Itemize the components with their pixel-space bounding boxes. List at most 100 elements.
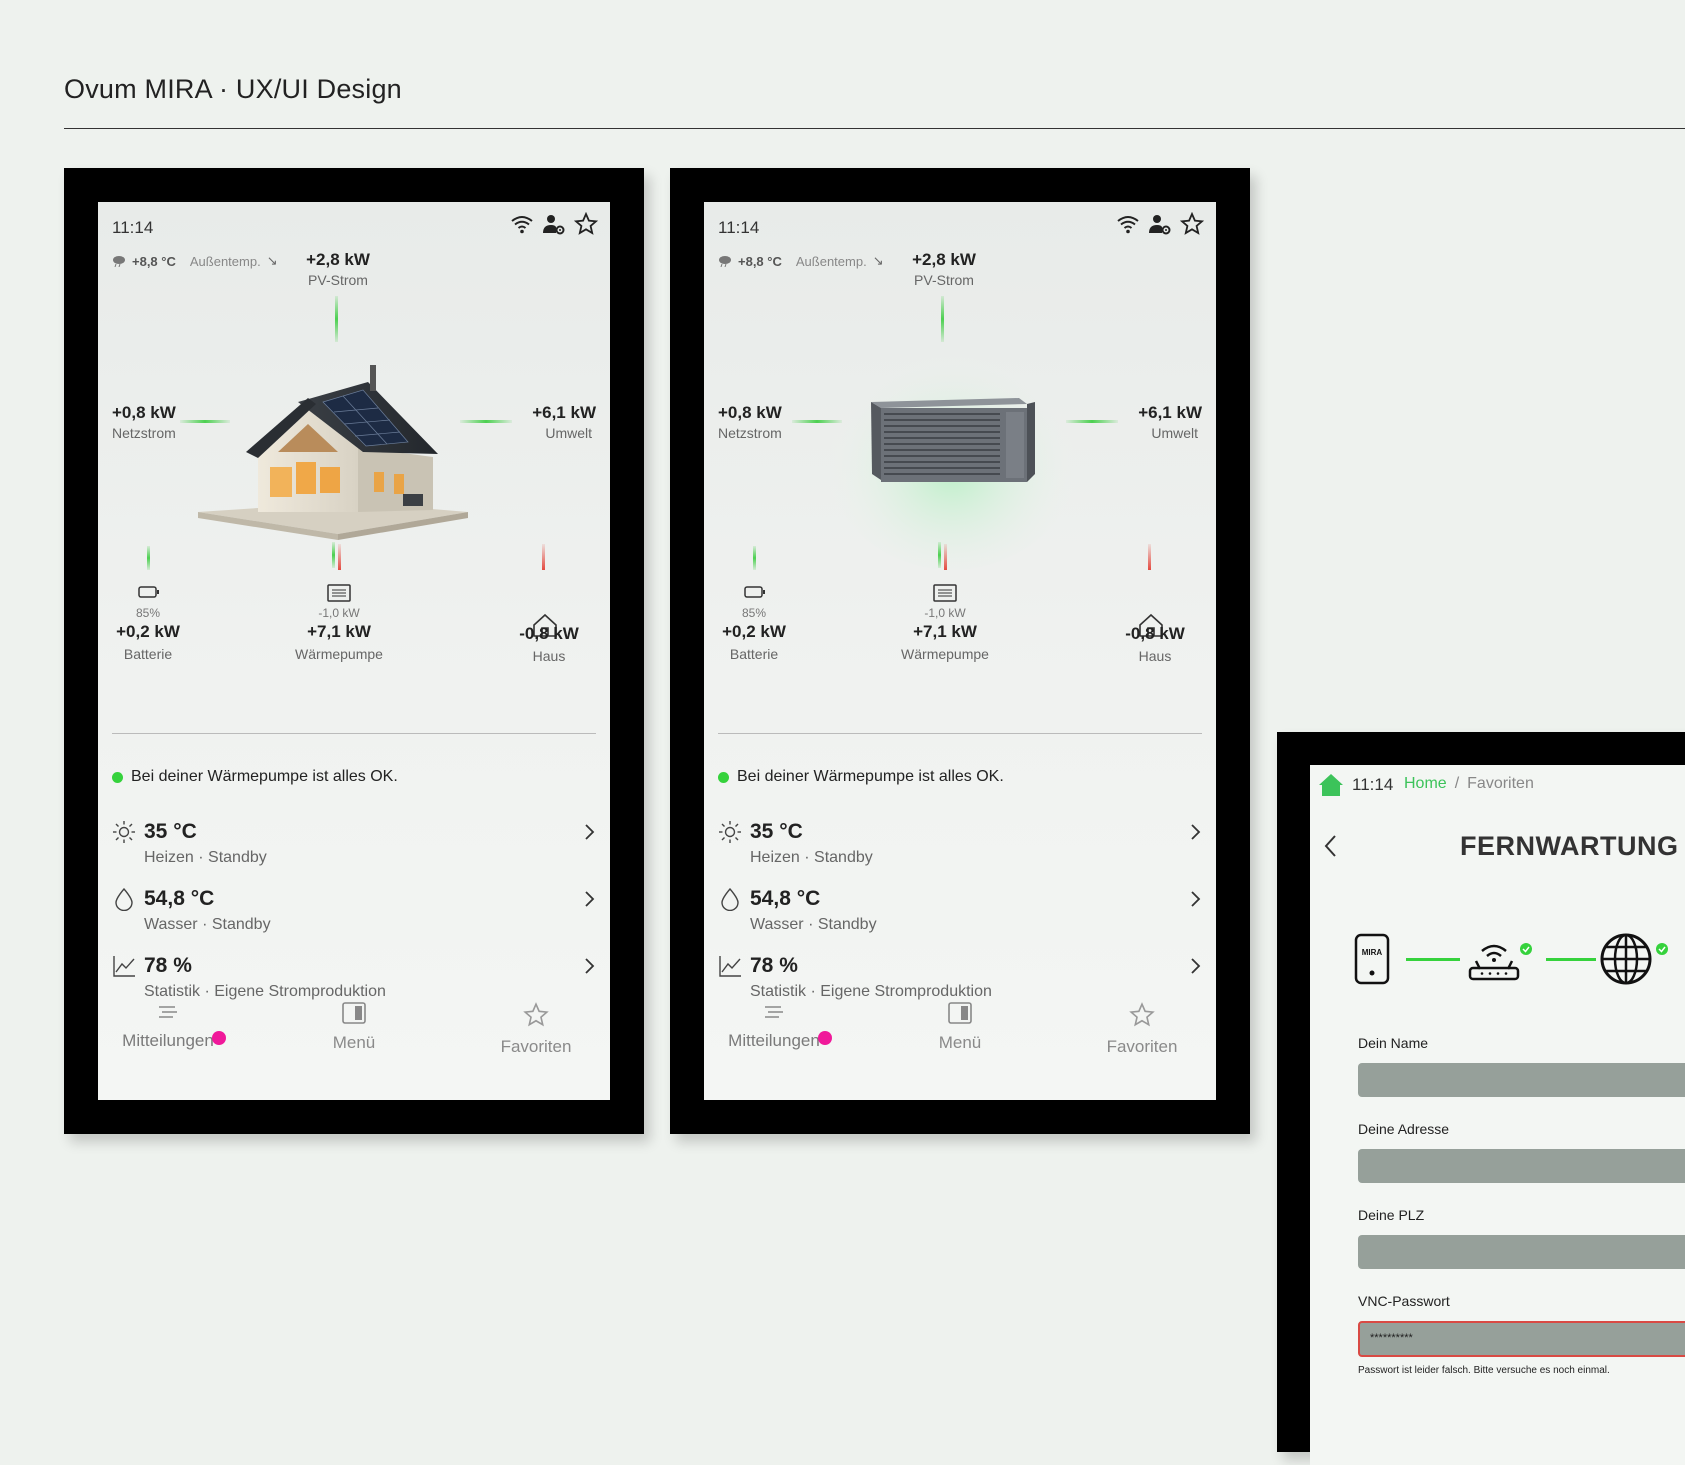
heating-row[interactable]: 35 °C Heizen · Standby — [718, 816, 1204, 872]
water-desc: Wasser · Standby — [144, 916, 271, 933]
page-heading: FERNWARTUNG — [1460, 831, 1679, 861]
pv-value: +2,8 kW — [306, 250, 370, 269]
status-message-text: Bei deiner Wärmepumpe ist alles OK. — [131, 768, 398, 785]
wifi-icon[interactable] — [1116, 212, 1140, 236]
trend-down-icon: ↘ — [266, 253, 278, 268]
nav-messages[interactable]: Mitteilungen — [704, 1002, 854, 1051]
nav-favorites-label: Favoriten — [1106, 1037, 1178, 1056]
env-label: Umwelt — [1151, 425, 1198, 441]
status-message-text: Bei deiner Wärmepumpe ist alles OK. — [737, 768, 1004, 785]
chevron-right-icon — [1191, 958, 1201, 974]
pv-flow-line — [335, 296, 338, 342]
env-value: +6,1 kW — [532, 403, 596, 422]
water-value: 54,8 °C — [144, 887, 215, 910]
chevron-right-icon — [1191, 824, 1201, 840]
router-icon — [1468, 943, 1532, 981]
battery-value: +0,2 kW — [722, 622, 786, 641]
section-divider — [718, 733, 1202, 734]
vnc-password-value: ********** — [1370, 1332, 1413, 1344]
grid-label: Netzstrom — [112, 425, 176, 441]
section-divider — [112, 733, 596, 734]
star-icon[interactable] — [574, 212, 598, 236]
water-row[interactable]: 54,8 °C Wasser · Standby — [112, 883, 598, 939]
nav-favorites[interactable]: Favoriten — [1062, 1002, 1216, 1057]
heating-row[interactable]: 35 °C Heizen · Standby — [112, 816, 598, 872]
name-field-label: Dein Name — [1358, 1035, 1429, 1051]
heatpump-icon — [933, 584, 957, 602]
chevron-right-icon — [1191, 891, 1201, 907]
star-icon[interactable] — [1180, 212, 1204, 236]
address-field-label: Deine Adresse — [1358, 1121, 1450, 1137]
clock: 11:14 — [1352, 775, 1394, 794]
heatpump-icon — [327, 584, 351, 602]
title-divider — [64, 128, 1685, 129]
sun-icon — [113, 821, 135, 843]
drop-icon — [115, 887, 133, 911]
status-message: Bei deiner Wärmepumpe ist alles OK. — [718, 768, 1004, 786]
chart-icon — [113, 956, 135, 977]
nav-menu[interactable]: Menü — [274, 1002, 434, 1053]
nav-messages[interactable]: Mitteilungen — [98, 1002, 248, 1051]
status-bar-icons — [1116, 212, 1204, 236]
heatpump-sub-value: -1,0 kW — [924, 606, 966, 620]
status-ok-indicator — [718, 771, 729, 783]
heating-value: 35 °C — [750, 820, 803, 843]
house-value: -0,8 kW — [519, 624, 579, 643]
sun-icon — [719, 821, 741, 843]
breadcrumb-current: Favoriten — [1467, 775, 1534, 792]
nav-favorites[interactable]: Favoriten — [456, 1002, 610, 1057]
pv-label: PV-Strom — [914, 272, 974, 288]
house-label: Haus — [532, 648, 566, 664]
breadcrumb-separator: / — [1454, 775, 1460, 792]
water-row[interactable]: 54,8 °C Wasser · Standby — [718, 883, 1204, 939]
statistics-row[interactable]: 78 % Statistik · Eigene Stromproduktion — [718, 950, 1204, 1006]
notification-badge — [212, 1031, 226, 1045]
chevron-right-icon — [585, 958, 595, 974]
page-title: Ovum MIRA · UX/UI Design — [64, 74, 402, 104]
grid-label: Netzstrom — [718, 425, 782, 441]
remote-maintenance-screen: 11:14 Home / Favoriten FERNWARTUNG MIRA … — [1310, 765, 1685, 1465]
breadcrumb-home-link[interactable]: Home — [1404, 775, 1447, 793]
chevron-right-icon — [585, 891, 595, 907]
nav-messages-label: Mitteilungen — [122, 1031, 214, 1050]
address-input[interactable] — [1358, 1149, 1685, 1183]
clock: 11:14 — [718, 218, 760, 237]
dashboard-screen: 11:14 +8,8 °C Außentemp. ↘ +2,8 kW PV-St… — [704, 202, 1216, 1100]
user-settings-icon[interactable] — [542, 212, 566, 236]
messages-icon — [159, 1006, 177, 1018]
battery-percent: 85% — [135, 606, 161, 620]
notification-badge — [818, 1031, 832, 1045]
tablet-remote-maintenance: 11:14 Home / Favoriten FERNWARTUNG MIRA … — [1277, 732, 1685, 1465]
water-value: 54,8 °C — [750, 887, 821, 910]
nav-menu-label: Menü — [938, 1033, 982, 1052]
tablet-house-dashboard: 11:14 +8,8 °C Außentemp. ↘ +2,8 kW PV-St… — [64, 168, 644, 1134]
battery-flow-line — [753, 546, 756, 570]
battery-label: Batterie — [729, 646, 779, 662]
user-settings-icon[interactable] — [1148, 212, 1172, 236]
wifi-icon[interactable] — [510, 212, 534, 236]
heatpump-label: Wärmepumpe — [901, 646, 989, 662]
nav-favorites-label: Favoriten — [500, 1037, 572, 1056]
heatpump-flow-line-out — [338, 544, 341, 570]
heatpump-flow-line-out — [944, 544, 947, 570]
status-message: Bei deiner Wärmepumpe ist alles OK. — [112, 768, 398, 786]
battery-icon — [138, 586, 159, 598]
nav-menu[interactable]: Menü — [880, 1002, 1040, 1053]
home-icon[interactable] — [1318, 773, 1344, 797]
name-input[interactable] — [1358, 1063, 1685, 1097]
pv-value: +2,8 kW — [912, 250, 976, 269]
zip-input[interactable] — [1358, 1235, 1685, 1269]
breadcrumb: Home / Favoriten — [1404, 775, 1534, 793]
statistics-row[interactable]: 78 % Statistik · Eigene Stromproduktion — [112, 950, 598, 1006]
outdoor-temp-value: +8,8 °C — [738, 253, 782, 269]
star-icon — [1129, 1002, 1155, 1027]
connection-line — [1546, 958, 1596, 961]
statistics-value: 78 % — [144, 954, 192, 977]
outdoor-temperature: +8,8 °C Außentemp. ↘ — [112, 253, 278, 269]
back-chevron-icon[interactable] — [1322, 833, 1340, 859]
house-illustration — [198, 365, 468, 540]
vnc-password-input[interactable]: ********** — [1358, 1321, 1685, 1357]
grid-value: +0,8 kW — [718, 403, 782, 422]
heatpump-label: Wärmepumpe — [295, 646, 383, 662]
heatpump-value: +7,1 kW — [307, 622, 371, 641]
